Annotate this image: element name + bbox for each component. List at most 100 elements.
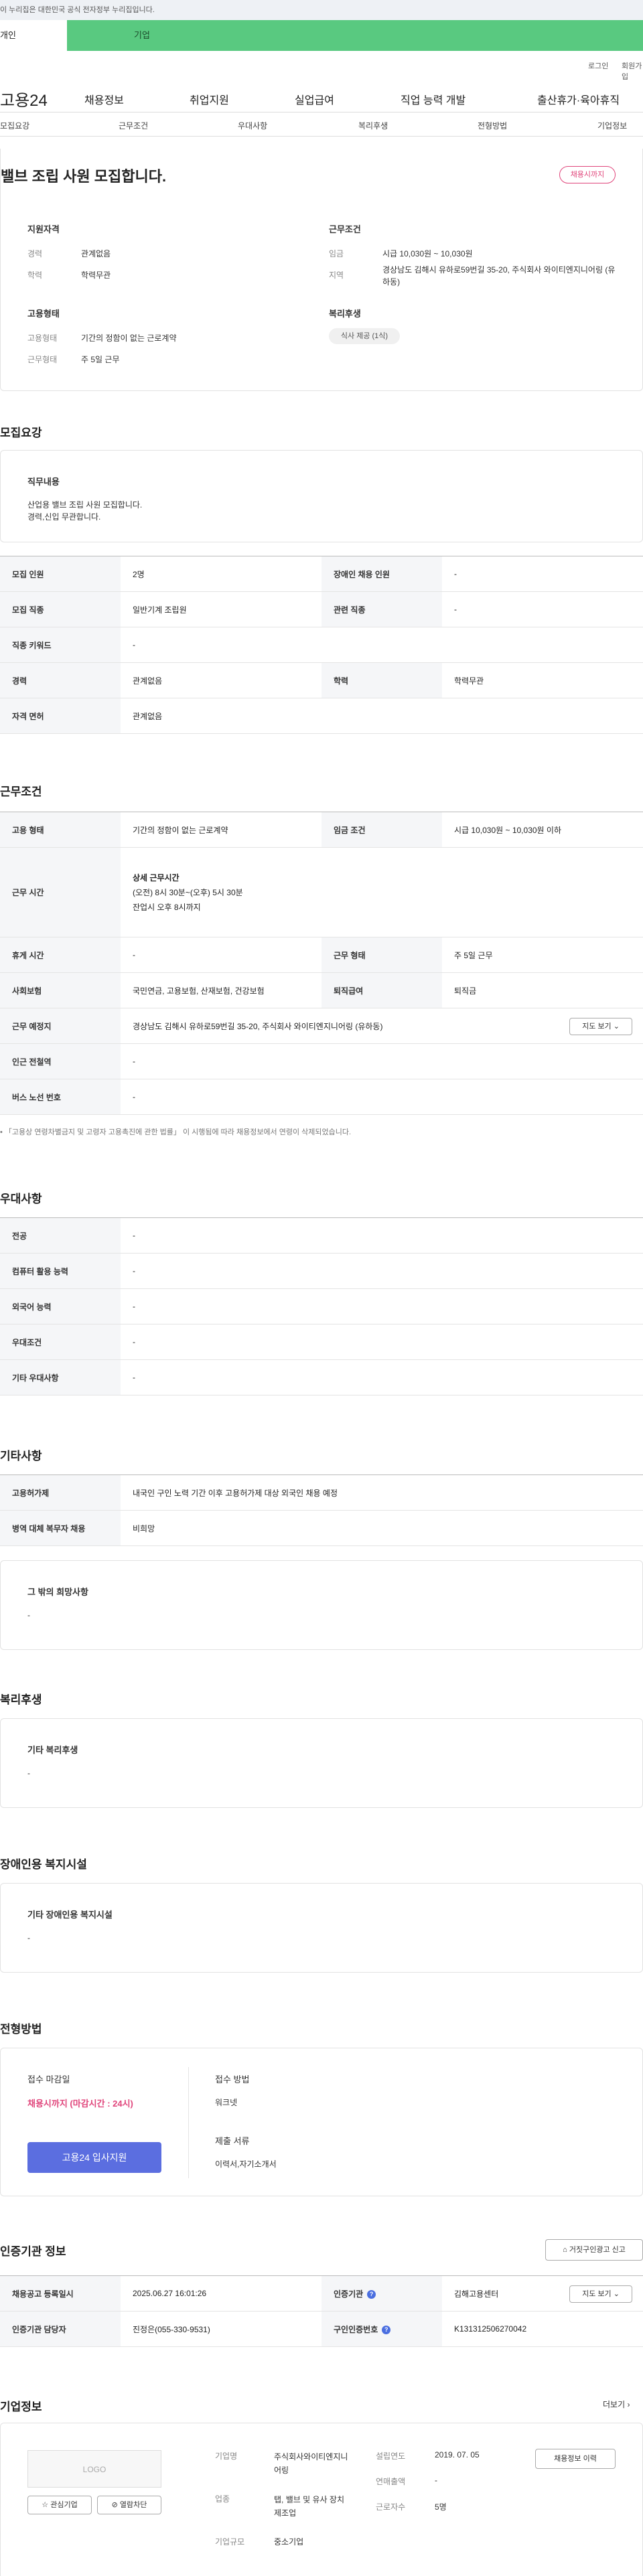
gnb-item-leave[interactable]: 출산휴가·육아휴직 — [537, 91, 620, 107]
deadline-value: 채용시까지 (마감시간 : 24시) — [27, 2099, 133, 2109]
table-header: 학력 — [322, 662, 442, 698]
work-type-value: 주 5일 근무 — [81, 355, 120, 364]
gnb-item-benefit[interactable]: 실업급여 — [295, 91, 334, 107]
place-value: 경상남도 김해시 유하로59번길 35-20, 주식회사 와이티엔지니어링 (유… — [133, 1021, 383, 1031]
preference-section-title: 우대사항 — [0, 1193, 42, 1205]
company-logo: LOGO — [27, 2450, 161, 2488]
hope-value: - — [27, 1610, 30, 1620]
gnb-item-support[interactable]: 취업지원 — [190, 91, 229, 107]
selection-card: 접수 마감일 채용시까지 (마감시간 : 24시) 고용24 입사지원 접수 방… — [0, 2048, 643, 2196]
help-icon[interactable]: ? — [367, 2289, 376, 2299]
lnb-welfare[interactable]: 복리후생 — [358, 120, 388, 131]
job-history-button[interactable]: 채용정보 이력 — [535, 2449, 616, 2469]
table-row: 모집 직종 일반기계 조립원 관련 직종 - — [0, 591, 643, 627]
place-map-button[interactable]: 지도 보기 ⌄ — [569, 1018, 632, 1035]
lnb-conditions[interactable]: 근무조건 — [119, 120, 148, 131]
org-map-button[interactable]: 지도 보기 ⌄ — [569, 2285, 632, 2303]
map-button-label: 지도 보기 — [582, 1022, 612, 1031]
join-link[interactable]: 회원가입 — [622, 60, 643, 82]
table-cell: 진정은(055-330-9531) — [121, 2311, 322, 2347]
table-row: 인근 전철역 - — [0, 1043, 643, 1079]
table-cell: 관계없음 — [121, 662, 322, 698]
table-cell: 주 5일 근무 — [442, 937, 643, 973]
table-header: 근무 예정지 — [0, 1008, 121, 1044]
employment-title: 고용형태 — [27, 309, 60, 319]
org-value: 김해고용센터 — [454, 2289, 499, 2299]
table-cell: 퇴직금 — [442, 972, 643, 1008]
size-label: 기업규모 — [215, 2537, 245, 2547]
block-icon: ⊘ — [111, 2501, 118, 2509]
table-cell: - — [121, 627, 643, 663]
table-row: 자격 면허 관계없음 — [0, 698, 643, 734]
recruit-table: 모집 인원 2명 장애인 채용 인원 - 모집 직종 일반기계 조립원 관련 직… — [0, 556, 643, 734]
org-cell: 김해고용센터 지도 보기 ⌄ — [442, 2275, 643, 2312]
gnb-item-jobs[interactable]: 채용정보 — [84, 91, 124, 107]
table-header: 전공 — [0, 1217, 121, 1254]
cert-table: 채용공고 등록일시 2025.06.27 16:01:26 인증기관? 김해고용… — [0, 2275, 643, 2347]
table-header: 고용허가제 — [0, 1474, 121, 1511]
edu-label: 학력 — [27, 271, 43, 280]
wage-value: 시급 10,030원 ~ 10,030원 — [382, 249, 473, 258]
login-link[interactable]: 로그인 — [588, 60, 608, 71]
deadline-badge: 채용시까지 — [559, 166, 616, 183]
table-header: 장애인 채용 인원 — [322, 556, 442, 592]
star-icon: ☆ — [42, 2501, 49, 2509]
age-note-text: 「고용상 연령차별금지 및 고령자 고용촉진에 관한 법률」 이 시행됨에 따라… — [4, 1128, 352, 1136]
table-cell: 2명 — [121, 556, 322, 592]
welfare-card: 기타 복리후생 - — [0, 1718, 643, 1808]
table-row: 경력 관계없음 학력 학력무관 — [0, 662, 643, 698]
block-view-button[interactable]: ⊘ 열람차단 — [97, 2496, 161, 2514]
lnb-preference[interactable]: 우대사항 — [238, 120, 267, 131]
table-header: 직종 키워드 — [0, 627, 121, 663]
table-cell: - — [121, 1253, 643, 1289]
org-label: 인증기관 — [334, 2289, 364, 2299]
lnb-recruit[interactable]: 모집요강 — [0, 120, 29, 131]
lnb-company[interactable]: 기업정보 — [597, 120, 627, 131]
table-header: 인증기관 담당자 — [0, 2311, 121, 2347]
table-header: 임금 조건 — [322, 812, 442, 848]
report-button-label: 거짓구인광고 신고 — [569, 2246, 626, 2254]
chevron-down-icon: ⌄ — [613, 2290, 620, 2298]
table-row: 근무 예정지 경상남도 김해시 유하로59번길 35-20, 주식회사 와이티엔… — [0, 1008, 643, 1044]
favorite-company-button[interactable]: ☆ 관심기업 — [27, 2496, 92, 2514]
welfare-card-value: - — [27, 1768, 30, 1778]
table-header: 우대조건 — [0, 1324, 121, 1360]
region-value: 경상남도 김해시 유하로59번길 35-20, 주식회사 와이티엔지니어링 (유… — [382, 265, 616, 287]
site-logo[interactable]: 고용24 — [0, 87, 48, 110]
report-button[interactable]: ⌂ 거짓구인광고 신고 — [545, 2239, 643, 2261]
hours-cell: 상세 근무시간 (오전) 8시 30분~(오후) 5시 30분 잔업시 오후 8… — [121, 847, 643, 937]
tab-personal[interactable]: 개인 — [0, 20, 67, 51]
table-cell: - — [121, 1217, 643, 1254]
place-cell: 경상남도 김해시 유하로59번길 35-20, 주식회사 와이티엔지니어링 (유… — [121, 1008, 643, 1044]
table-row: 버스 노선 번호 - — [0, 1079, 643, 1115]
welfare-card-title: 기타 복리후생 — [27, 1745, 78, 1755]
table-row: 기타 우대사항 - — [0, 1359, 643, 1395]
table-cell: - — [442, 591, 643, 627]
table-cell: - — [121, 937, 322, 973]
disabled-card-value: - — [27, 1933, 30, 1943]
help-icon[interactable]: ? — [382, 2325, 391, 2334]
table-cell: - — [442, 556, 643, 592]
cert-section-title: 인증기관 정보 — [0, 2245, 66, 2258]
table-row: 우대조건 - — [0, 1324, 643, 1360]
table-header: 인근 전철역 — [0, 1043, 121, 1079]
gnb-item-training[interactable]: 직업 능력 개발 — [401, 91, 466, 107]
etc-section-title: 기타사항 — [0, 1450, 42, 1462]
global-nav: 고용24 채용정보 취업지원 실업급여 직업 능력 개발 출산휴가·육아휴직 — [0, 80, 643, 112]
utility-bar: 로그인 회원가입 — [0, 51, 643, 82]
wage-label: 임금 — [329, 249, 344, 258]
table-header: 사회보험 — [0, 972, 121, 1008]
company-card: LOGO ☆ 관심기업 ⊘ 열람차단 기업명 주식회사와이티엔지니어링 업종 탭… — [0, 2423, 643, 2576]
region-label: 지역 — [329, 271, 344, 280]
lnb-selection[interactable]: 전형방법 — [478, 120, 507, 131]
hope-title: 그 밖의 희망사항 — [27, 1587, 88, 1597]
qualification-title: 지원자격 — [27, 224, 60, 234]
company-more-link[interactable]: 더보기 › — [603, 2399, 630, 2410]
apply-button[interactable]: 고용24 입사지원 — [27, 2142, 161, 2173]
table-header: 모집 직종 — [0, 591, 121, 627]
hours-title: 상세 근무시간 — [133, 873, 180, 883]
table-cell: - — [121, 1288, 643, 1324]
tab-company[interactable]: 기업 — [67, 20, 643, 51]
table-cell: - — [121, 1079, 643, 1115]
tab-company-label: 기업 — [134, 30, 150, 40]
